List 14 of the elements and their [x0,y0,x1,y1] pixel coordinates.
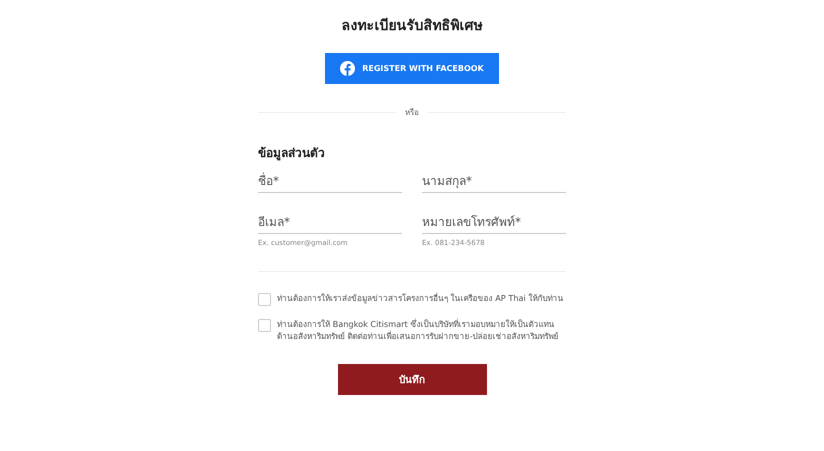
facebook-register-button[interactable]: REGISTER WITH FACEBOOK [325,53,499,84]
input-field[interactable]: อีเมล* [258,211,402,234]
facebook-icon [340,61,356,76]
divider-label: หรือ [405,107,419,119]
section-title: ข้อมูลส่วนตัว [258,145,326,162]
page-title: ลงทะเบียนรับสิทธิพิเศษ [342,16,482,36]
save-button[interactable]: บันทึก [338,364,486,395]
input-field[interactable]: ชื่อ* [258,170,402,193]
checkbox[interactable] [258,319,271,332]
checkbox[interactable] [258,293,271,306]
consent-label: ท่านต้องการให้ Bangkok Citismart ซึ่งเป็นบริษัทที่เรามอบหมายให้เป็นตัวแทนด้านอสังหาริมทรัพย์ ติดต่อท่านเพื่อเสนอการรับฝากขาย-ปล่อยเช่าอสังหาริมทรัพย์ [277,318,560,342]
input-field[interactable]: นามสกุล* [422,170,566,193]
consent-label: ท่านต้องการให้เราส่งข้อมูลข่าวสารโครงการอื่นๆ ในเครือของ AP Thai ให้กับท่าน [277,292,564,304]
input-field[interactable]: หมายเลขโทรศัพท์* [422,211,566,234]
